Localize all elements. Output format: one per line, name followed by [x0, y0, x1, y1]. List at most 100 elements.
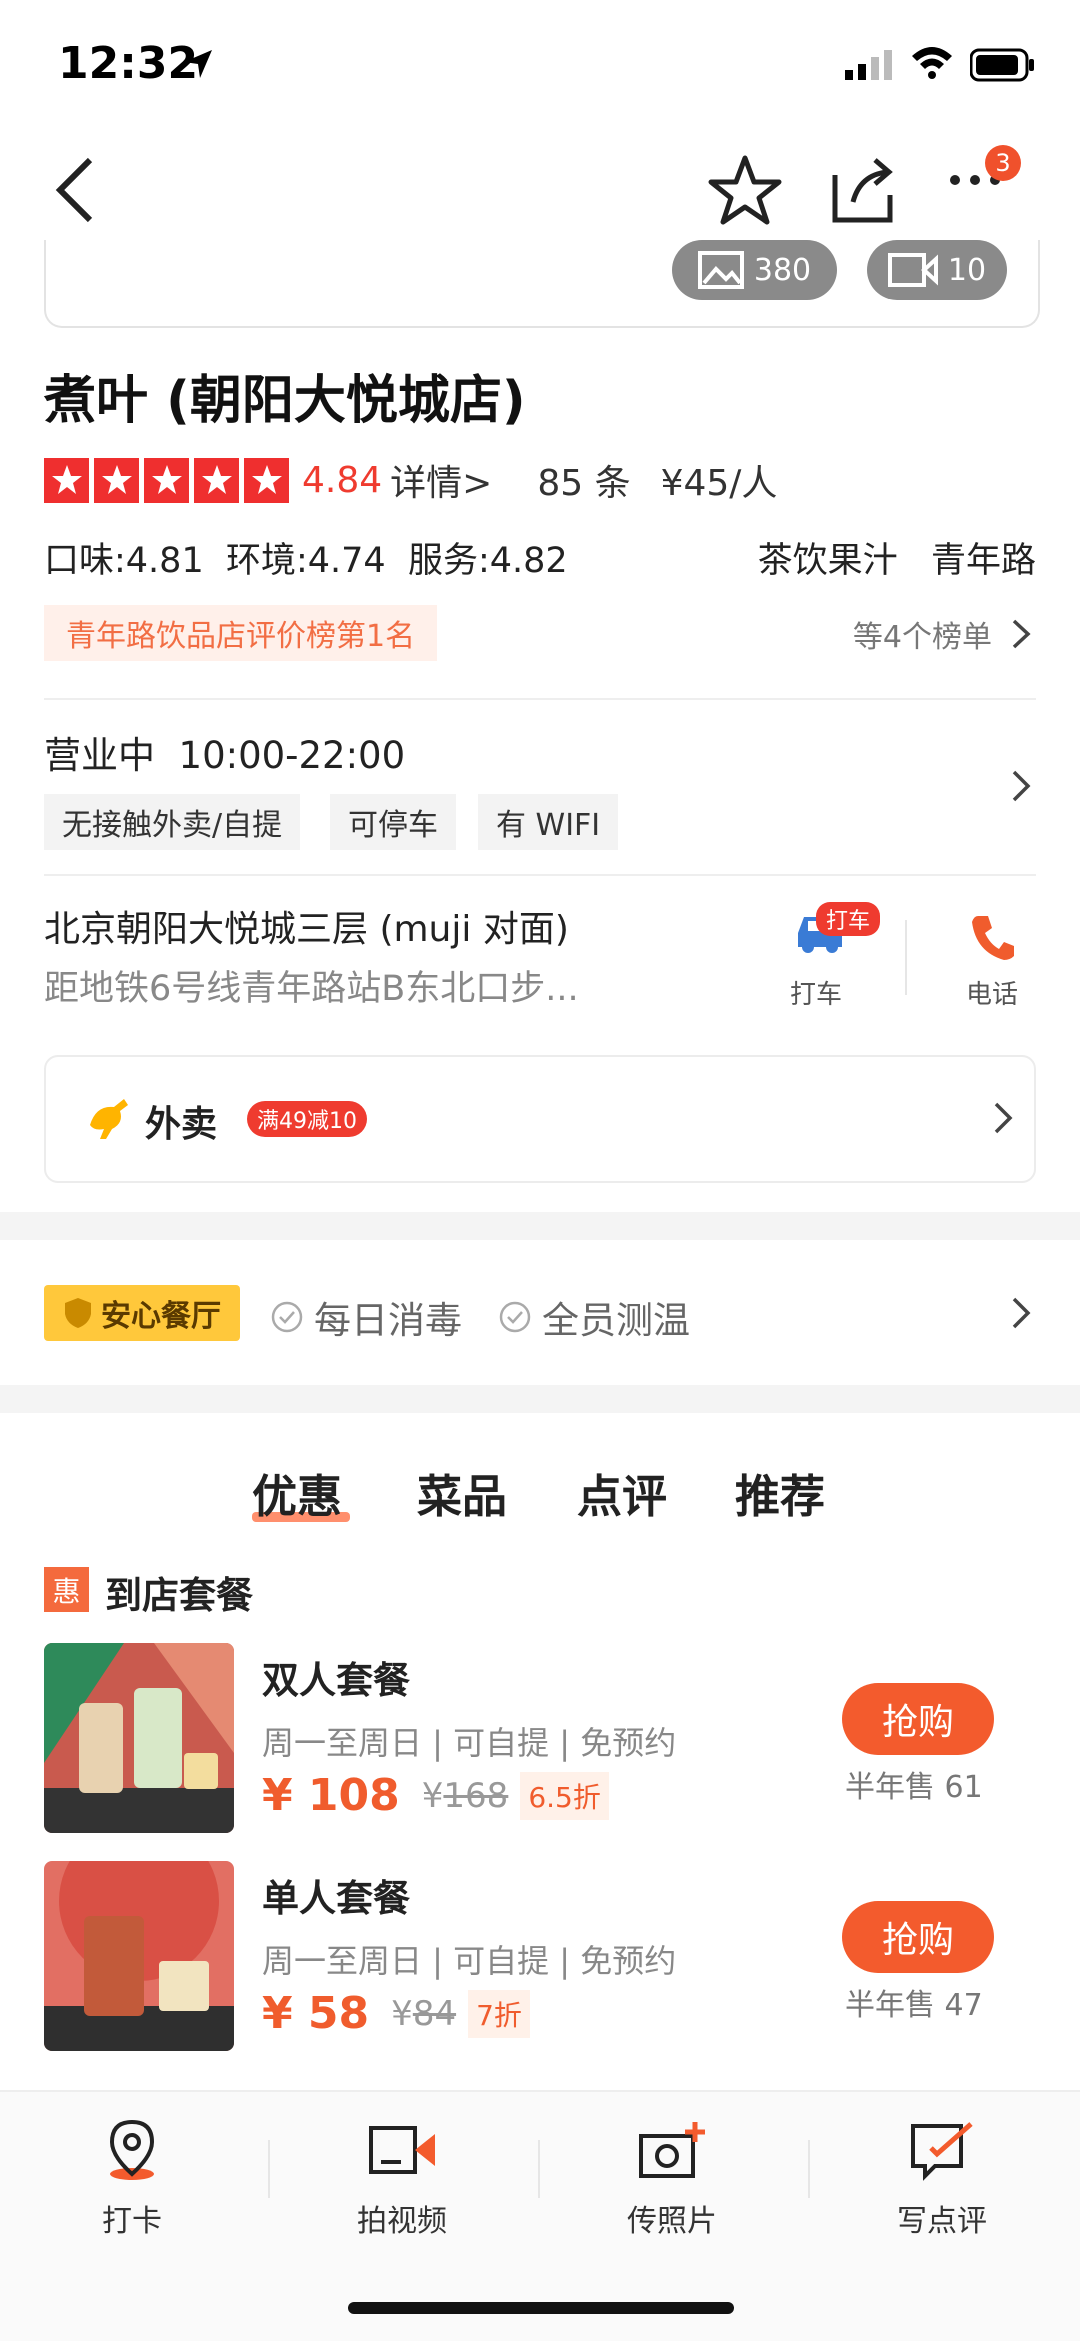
check-in-label: 打卡: [102, 2204, 162, 2239]
deal-original-price-value: 168: [443, 1775, 509, 1816]
location-pin-icon: [109, 2119, 155, 2180]
buy-button[interactable]: 抢购: [842, 1901, 994, 1973]
check-circle-icon: [271, 1301, 303, 1333]
write-review-button[interactable]: 写点评: [842, 2118, 1042, 2240]
star-icon: [144, 457, 189, 503]
deal-original-price: ¥84: [391, 1994, 456, 2034]
chevron-right-icon[interactable]: [1006, 1295, 1036, 1335]
tab-coupons[interactable]: 优惠: [252, 1460, 342, 1525]
write-review-label: 写点评: [897, 2204, 987, 2239]
deal-original-price-prefix: ¥: [391, 1993, 413, 2034]
battery-icon: [969, 48, 1036, 86]
tab-recommend[interactable]: 推荐: [735, 1460, 825, 1525]
sub-scores: 口味:4.81 环境:4.74 服务:4.82: [44, 541, 568, 581]
chevron-right-icon[interactable]: [1006, 768, 1036, 808]
video-camera-icon: [369, 2126, 435, 2174]
shop-address[interactable]: 北京朝阳大悦城三层 (muji 对面): [44, 900, 569, 952]
shop-name: 煮叶 (朝阳大悦城店): [44, 371, 526, 431]
photo-count: 380: [753, 252, 812, 288]
star-icon: [94, 457, 139, 503]
deal-price: ¥ 108: [262, 1770, 400, 1821]
safety-item-label: 每日消毒: [314, 1299, 462, 1342]
review-count[interactable]: 85 条: [537, 454, 630, 506]
tab-dishes[interactable]: 菜品: [417, 1460, 507, 1525]
deal-sold-count: 半年售 61: [845, 1770, 983, 1805]
deal-sold-count: 半年售 47: [845, 1988, 983, 2023]
signal-icon: [845, 48, 897, 84]
camera-add-icon: [639, 2122, 705, 2178]
shoot-video-button[interactable]: 拍视频: [302, 2118, 502, 2240]
deal-discount: 7折: [468, 1989, 530, 2038]
divider: [268, 2140, 270, 2198]
location-arrow-icon: [182, 48, 214, 84]
address-directions[interactable]: 距地铁6号线青年路站B东北口步...: [44, 960, 579, 1011]
photo-count-button[interactable]: 380: [672, 240, 837, 300]
deal-title[interactable]: 双人套餐: [262, 1650, 410, 1704]
taxi-button-label[interactable]: 打车: [790, 974, 842, 1011]
upload-photo-button[interactable]: 传照片: [572, 2118, 772, 2240]
taxi-badge: 打车: [816, 902, 881, 936]
safety-item: 每日消毒: [270, 1290, 462, 1344]
back-button[interactable]: [50, 150, 110, 230]
share-icon[interactable]: [825, 150, 905, 234]
deal-price-row: ¥ 58 ¥84 7折: [262, 1988, 530, 2039]
chevron-right-icon[interactable]: [988, 1100, 1018, 1140]
safe-restaurant-badge[interactable]: 安心餐厅: [44, 1285, 240, 1341]
coupon-icon: 惠: [44, 1567, 89, 1612]
category-location[interactable]: 茶饮果汁 青年路: [758, 532, 1036, 583]
business-hours[interactable]: 营业中 10:00-22:00: [44, 725, 405, 779]
safety-item-label: 全员测温: [542, 1299, 690, 1342]
section-separator: [0, 1385, 1080, 1413]
deal-meta: 周一至周日 | 可自提 | 免预约: [262, 1724, 677, 1762]
wifi-icon: [910, 44, 954, 84]
rating-score: 4.84: [302, 459, 383, 501]
notification-badge: 3: [985, 145, 1021, 181]
feature-tag: 有 WIFI: [478, 794, 619, 850]
safety-item: 全员测温: [498, 1290, 690, 1344]
phone-button-label[interactable]: 电话: [966, 974, 1018, 1011]
image-icon: [697, 251, 744, 289]
deal-price: ¥ 58: [262, 1988, 370, 2039]
deal-title[interactable]: 单人套餐: [262, 1868, 410, 1922]
deal-original-price-prefix: ¥: [421, 1775, 444, 1816]
ranking-more-label: 等4个榜单: [852, 620, 992, 655]
shoot-video-label: 拍视频: [357, 2204, 447, 2239]
deal-discount: 6.5折: [520, 1771, 609, 1820]
average-price: ¥45/人: [660, 463, 778, 504]
rating-row: 4.84 详情> 85 条 ¥45/人: [44, 455, 777, 505]
star-icon: [244, 457, 289, 503]
divider: [905, 920, 907, 995]
buy-button[interactable]: 抢购: [842, 1683, 994, 1755]
deal-original-price: ¥168: [422, 1776, 509, 1816]
tab-reviews[interactable]: 点评: [577, 1460, 667, 1525]
video-count: 10: [947, 252, 987, 288]
coupon-section-title: 到店套餐: [105, 1574, 253, 1617]
rating-detail-link[interactable]: 详情>: [390, 454, 492, 506]
deal-image[interactable]: [44, 1643, 234, 1833]
section-separator: [0, 1212, 1080, 1240]
write-review-icon: [911, 2122, 973, 2181]
check-circle-icon: [499, 1301, 531, 1333]
deal-price-row: ¥ 108 ¥168 6.5折: [262, 1770, 609, 1821]
deal-image[interactable]: [44, 1861, 234, 2051]
upload-photo-label: 传照片: [627, 2204, 717, 2239]
delivery-promo-badge: 满49减10: [247, 1101, 367, 1137]
star-icon: [44, 457, 89, 503]
divider: [44, 698, 1036, 700]
star-icon: [194, 457, 239, 503]
deal-meta: 周一至周日 | 可自提 | 免预约: [262, 1942, 677, 1980]
home-indicator: [348, 2302, 734, 2314]
chevron-right-icon: [1012, 619, 1031, 649]
delivery-kangaroo-icon: [84, 1095, 134, 1145]
safe-restaurant-label: 安心餐厅: [101, 1299, 221, 1334]
ranking-more-link[interactable]: 等4个榜单: [853, 612, 1036, 656]
check-in-button[interactable]: 打卡: [32, 2118, 232, 2240]
video-count-button[interactable]: 10: [867, 240, 1007, 300]
ranking-tag[interactable]: 青年路饮品店评价榜第1名: [44, 605, 438, 661]
divider: [808, 2140, 810, 2198]
divider: [44, 874, 1036, 876]
feature-tag: 可停车: [330, 794, 456, 850]
phone-icon[interactable]: [970, 912, 1016, 966]
shield-icon: [65, 1298, 91, 1328]
favorite-star-icon[interactable]: [705, 150, 785, 234]
